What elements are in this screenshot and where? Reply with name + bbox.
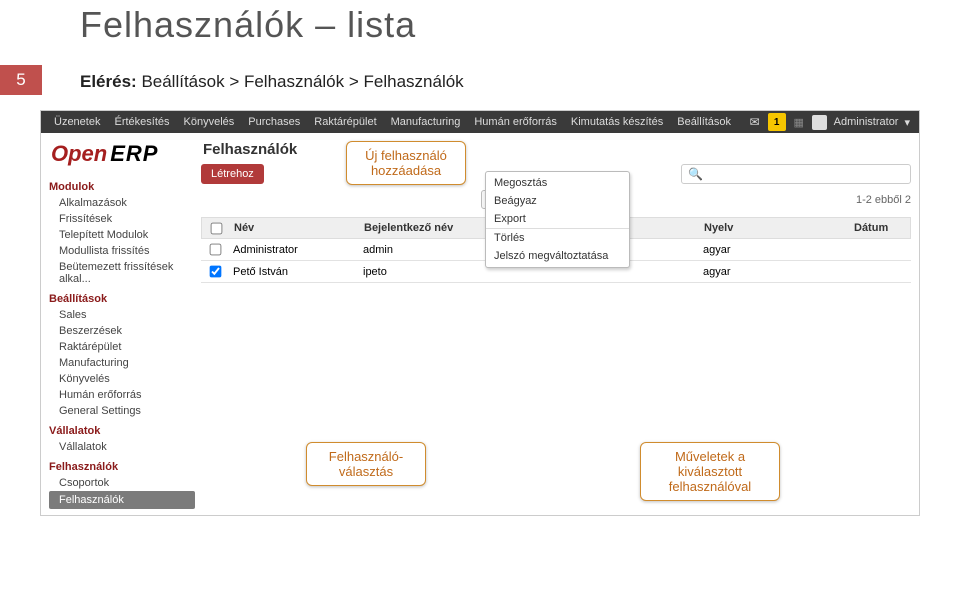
actions-dropdown: Megosztás Beágyaz Export Törlés Jelszó m… bbox=[485, 171, 630, 268]
menu-item[interactable]: Kimutatás készítés bbox=[564, 111, 670, 133]
sidebar-item[interactable]: Telepített Modulok bbox=[49, 227, 195, 243]
sidebar: Open ERP Modulok Alkalmazások Frissítése… bbox=[41, 133, 195, 515]
dropdown-item-embed[interactable]: Beágyaz bbox=[486, 192, 629, 210]
row-checkbox[interactable] bbox=[209, 244, 221, 256]
sidebar-item[interactable]: Alkalmazások bbox=[49, 195, 195, 211]
sidebar-item[interactable]: Vállalatok bbox=[49, 439, 195, 455]
logo-erp: ERP bbox=[110, 141, 158, 167]
sidebar-head-beallitasok[interactable]: Beállítások bbox=[49, 293, 195, 305]
sidebar-item[interactable]: Manufacturing bbox=[49, 355, 195, 371]
search-input[interactable]: 🔍 bbox=[681, 164, 911, 184]
content-area: Felhasználók Létrehoz 🔍 Egyebek ▾ 1-2 eb… bbox=[195, 133, 919, 291]
menu-item[interactable]: Purchases bbox=[241, 111, 307, 133]
sidebar-item[interactable]: Modullista frissítés bbox=[49, 243, 195, 259]
menu-item[interactable]: Értékesítés bbox=[107, 111, 176, 133]
sidebar-head-felhasznalok[interactable]: Felhasználók bbox=[49, 461, 195, 473]
sidebar-item[interactable]: Könyvelés bbox=[49, 371, 195, 387]
row-checkbox[interactable] bbox=[209, 266, 221, 278]
logo: Open ERP bbox=[49, 139, 195, 175]
search-icon: 🔍 bbox=[688, 167, 703, 181]
user-menu[interactable]: Administrator bbox=[834, 116, 899, 128]
slide-number: 5 bbox=[0, 65, 42, 95]
cell-login: ipeto bbox=[359, 266, 499, 278]
create-button[interactable]: Létrehoz bbox=[201, 164, 264, 184]
col-login[interactable]: Bejelentkező név bbox=[360, 222, 500, 234]
pager: 1-2 ebből 2 bbox=[856, 194, 911, 206]
sidebar-item[interactable]: Beütemezett frissítések alkal... bbox=[49, 259, 195, 287]
cell-name: Administrator bbox=[229, 244, 359, 256]
dropdown-item-delete[interactable]: Törlés bbox=[486, 228, 629, 247]
sidebar-item[interactable]: Frissítések bbox=[49, 211, 195, 227]
menu-item[interactable]: Beállítások bbox=[670, 111, 738, 133]
cell-login: admin bbox=[359, 244, 499, 256]
menu-item[interactable]: Humán erőforrás bbox=[467, 111, 564, 133]
cell-lang: agyar bbox=[699, 244, 849, 256]
callout-actions: Műveletek a kiválasztott felhasználóval bbox=[640, 442, 780, 501]
dropdown-item-export[interactable]: Export bbox=[486, 210, 629, 228]
sidebar-head-vallalatok[interactable]: Vállalatok bbox=[49, 425, 195, 437]
app-window: Üzenetek Értékesítés Könyvelés Purchases… bbox=[40, 110, 920, 516]
callout-select-user: Felhasználó-választás bbox=[306, 442, 426, 486]
sidebar-item[interactable]: Humán erőforrás bbox=[49, 387, 195, 403]
sidebar-item-csoportok[interactable]: Csoportok bbox=[49, 475, 195, 491]
sidebar-item[interactable]: Beszerzések bbox=[49, 323, 195, 339]
sidebar-head-modulok[interactable]: Modulok bbox=[49, 181, 195, 193]
col-date[interactable]: Dátum bbox=[850, 222, 910, 234]
mail-icon[interactable]: ✉ bbox=[746, 113, 764, 131]
top-menubar: Üzenetek Értékesítés Könyvelés Purchases… bbox=[41, 111, 919, 133]
col-check[interactable] bbox=[202, 222, 230, 235]
menu-item[interactable]: Manufacturing bbox=[384, 111, 468, 133]
cell-lang: agyar bbox=[699, 266, 849, 278]
sidebar-item[interactable]: Sales bbox=[49, 307, 195, 323]
menu-item[interactable]: Üzenetek bbox=[47, 111, 107, 133]
cell-name: Pető István bbox=[229, 266, 359, 278]
sidebar-item[interactable]: Raktárépület bbox=[49, 339, 195, 355]
checkbox[interactable] bbox=[210, 222, 222, 234]
sidebar-item-felhasznalok[interactable]: Felhasználók bbox=[49, 491, 195, 509]
chevron-down-icon[interactable]: ▾ bbox=[904, 116, 910, 129]
breadcrumb: Elérés: Beállítások > Felhasználók > Fel… bbox=[0, 58, 960, 110]
menu-item[interactable]: Raktárépület bbox=[307, 111, 383, 133]
dropdown-item-change-password[interactable]: Jelszó megváltoztatása bbox=[486, 247, 629, 265]
breadcrumb-label: Elérés: bbox=[80, 72, 137, 91]
dropdown-item-share[interactable]: Megosztás bbox=[486, 174, 629, 192]
apps-icon[interactable]: ▦ bbox=[790, 113, 808, 131]
logo-open: Open bbox=[51, 141, 107, 167]
menu-item[interactable]: Könyvelés bbox=[177, 111, 242, 133]
page-title: Felhasználók bbox=[203, 141, 911, 158]
col-lang[interactable]: Nyelv bbox=[700, 222, 850, 234]
alert-icon[interactable]: 1 bbox=[768, 113, 786, 131]
slide-title: Felhasználók – lista bbox=[0, 0, 960, 58]
avatar[interactable] bbox=[812, 115, 827, 130]
callout-add-user: Új felhasználó hozzáadása bbox=[346, 141, 466, 185]
col-name[interactable]: Név bbox=[230, 222, 360, 234]
breadcrumb-path: Beállítások > Felhasználók > Felhasználó… bbox=[141, 72, 463, 91]
sidebar-item[interactable]: General Settings bbox=[49, 403, 195, 419]
